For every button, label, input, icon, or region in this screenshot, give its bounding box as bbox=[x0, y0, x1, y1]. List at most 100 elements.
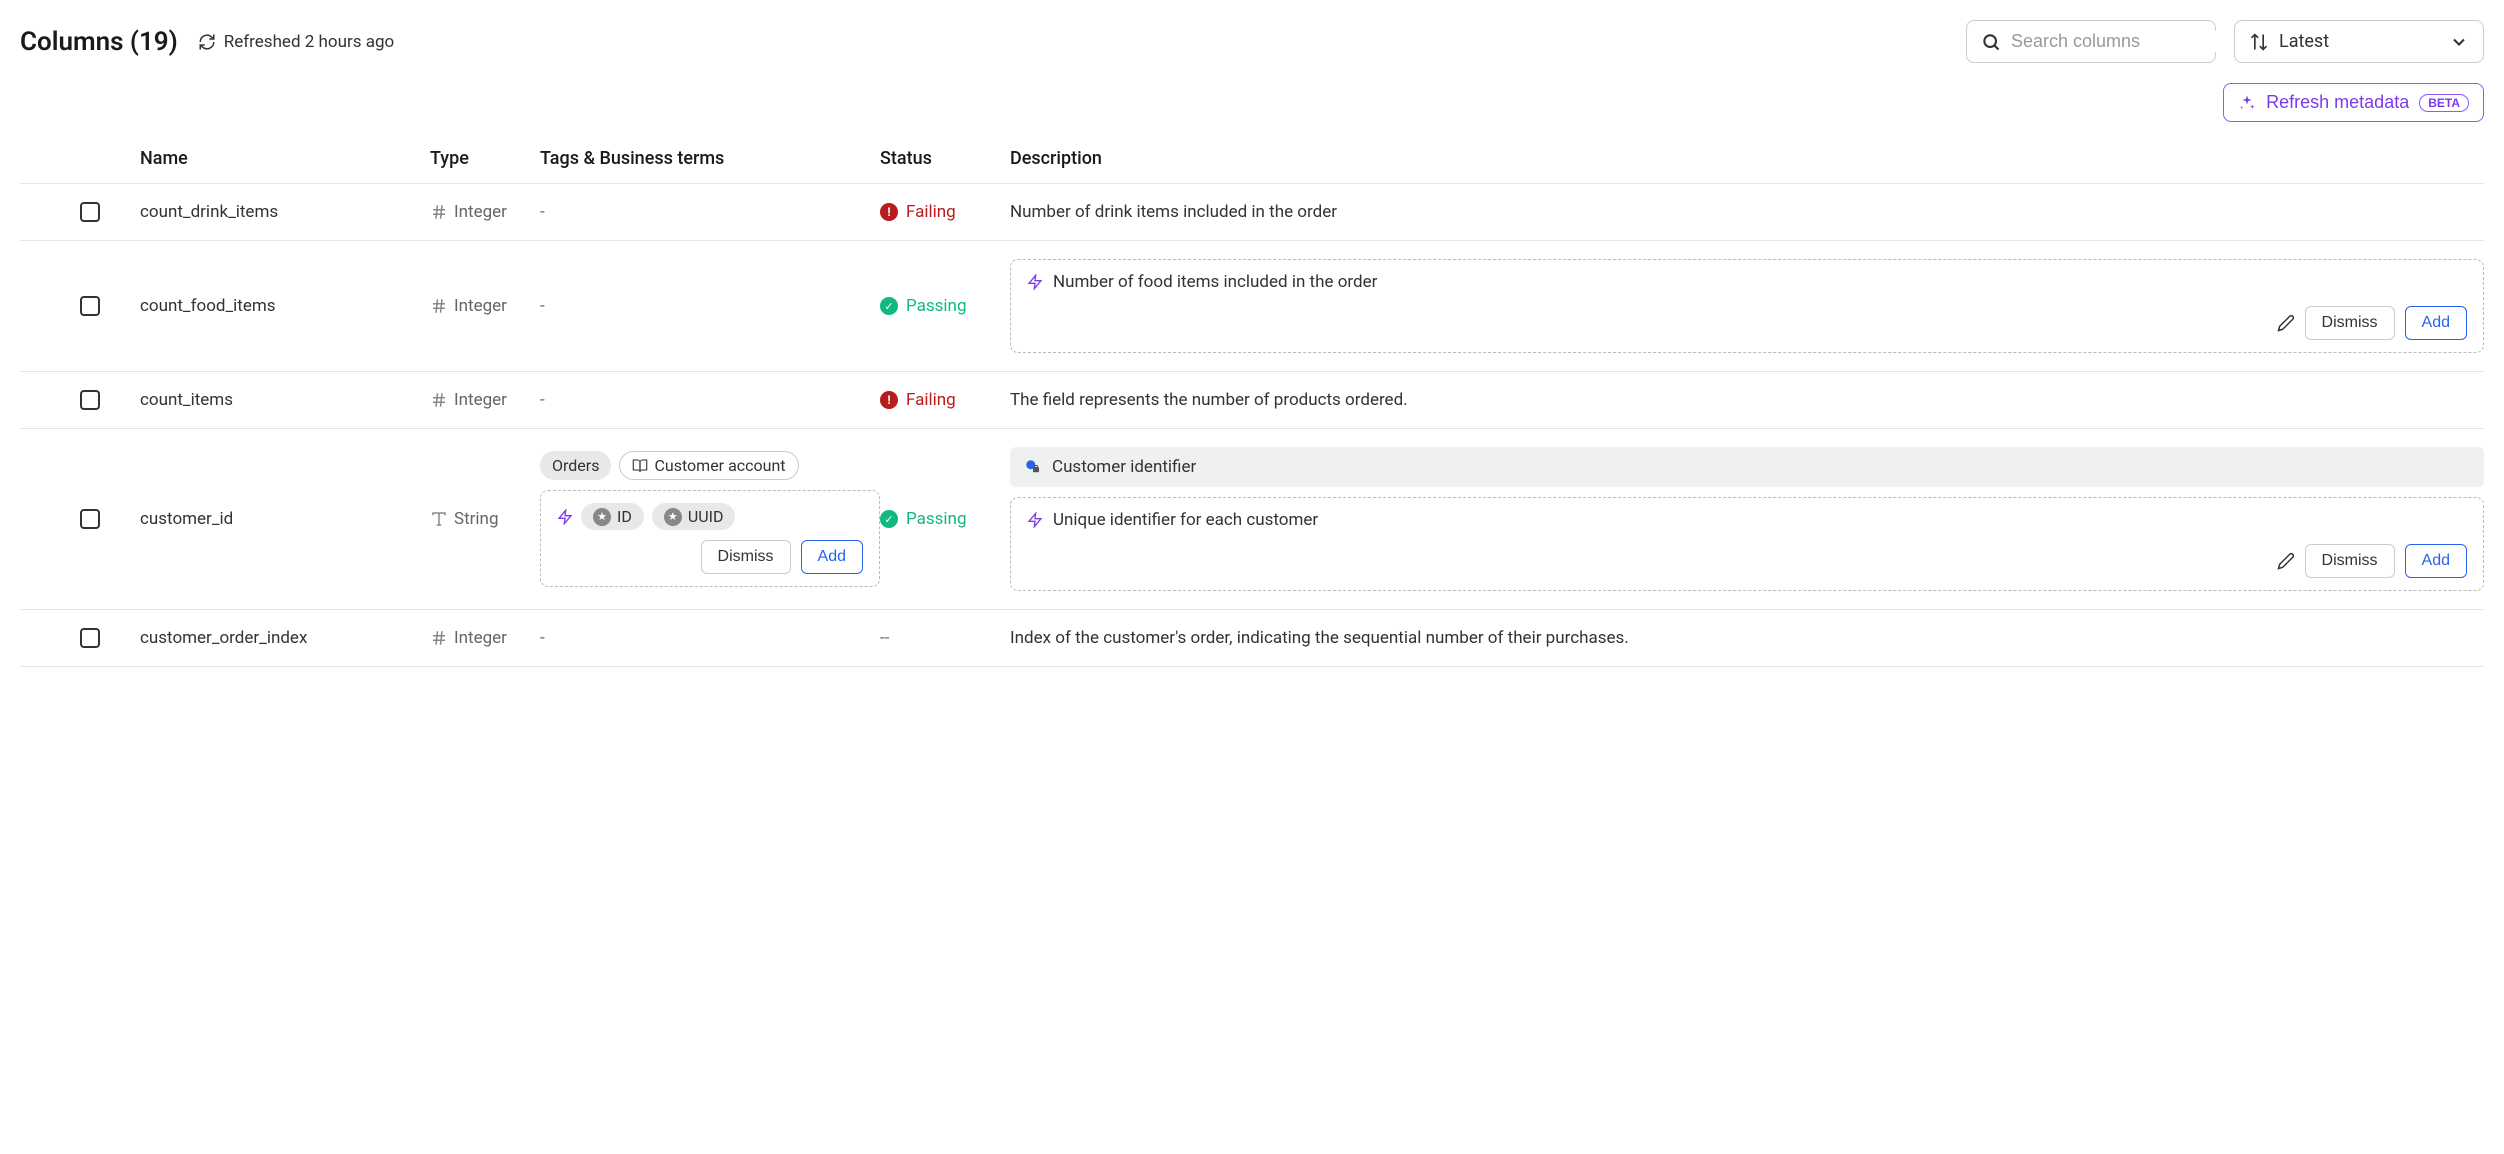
table-row: count_food_items Integer - ✓ Passing Num… bbox=[20, 241, 2484, 372]
sort-label: Latest bbox=[2279, 31, 2329, 52]
refresh-metadata-row: Refresh metadata BETA bbox=[20, 83, 2484, 122]
hash-icon bbox=[430, 391, 448, 409]
edit-icon[interactable] bbox=[2277, 314, 2295, 332]
th-description: Description bbox=[1010, 148, 2484, 169]
type-label: String bbox=[454, 509, 498, 529]
suggestion-box: Number of food items included in the ord… bbox=[1010, 259, 2484, 353]
beta-badge: BETA bbox=[2419, 94, 2469, 112]
status-label: Failing bbox=[906, 390, 956, 410]
cell-description: Number of food items included in the ord… bbox=[1010, 259, 2484, 353]
cell-tags: - bbox=[540, 202, 880, 222]
type-label: Integer bbox=[454, 202, 507, 222]
cell-name: count_items bbox=[140, 390, 430, 410]
refresh-metadata-button[interactable]: Refresh metadata BETA bbox=[2223, 83, 2484, 122]
table-header: Name Type Tags & Business terms Status D… bbox=[20, 134, 2484, 184]
th-status: Status bbox=[880, 148, 1010, 169]
table-row: count_items Integer - ! Failing The fiel… bbox=[20, 372, 2484, 429]
cell-description: Number of drink items included in the or… bbox=[1010, 202, 2484, 222]
status-badge: ! Failing bbox=[880, 202, 1010, 222]
refresh-metadata-label: Refresh metadata bbox=[2266, 92, 2409, 113]
page-title: Columns (19) bbox=[20, 27, 178, 57]
text-type-icon bbox=[430, 510, 448, 528]
type-label: Integer bbox=[454, 390, 507, 410]
passing-icon: ✓ bbox=[880, 297, 898, 315]
refresh-icon bbox=[198, 33, 216, 51]
suggestion-box: Unique identifier for each customer Dism… bbox=[1010, 497, 2484, 591]
star-icon: ★ bbox=[664, 508, 682, 526]
status-label: Failing bbox=[906, 202, 956, 222]
table-row: customer_id String Orders Customer accou… bbox=[20, 429, 2484, 610]
suggested-tag[interactable]: ★ UUID bbox=[652, 503, 736, 530]
th-tags: Tags & Business terms bbox=[540, 148, 880, 169]
refresh-text: Refreshed 2 hours ago bbox=[224, 32, 394, 52]
sort-select[interactable]: Latest bbox=[2234, 20, 2484, 63]
status-badge: ✓ Passing bbox=[880, 509, 1010, 529]
refresh-info: Refreshed 2 hours ago bbox=[198, 32, 394, 52]
info-strip-text: Customer identifier bbox=[1052, 457, 1196, 477]
star-icon: ★ bbox=[593, 508, 611, 526]
cell-name: count_food_items bbox=[140, 296, 430, 316]
dismiss-button[interactable]: Dismiss bbox=[701, 540, 791, 574]
search-input[interactable] bbox=[2011, 31, 2243, 52]
cell-name: count_drink_items bbox=[140, 202, 430, 222]
type-label: Integer bbox=[454, 296, 507, 316]
bolt-icon bbox=[1027, 274, 1043, 290]
cell-type: Integer bbox=[430, 296, 540, 316]
row-checkbox[interactable] bbox=[80, 390, 100, 410]
row-checkbox[interactable] bbox=[80, 509, 100, 529]
status-label: -- bbox=[880, 628, 889, 648]
hash-icon bbox=[430, 297, 448, 315]
cell-name: customer_order_index bbox=[140, 628, 430, 648]
info-strip: Customer identifier bbox=[1010, 447, 2484, 487]
status-badge: ✓ Passing bbox=[880, 296, 1010, 316]
row-checkbox[interactable] bbox=[80, 202, 100, 222]
tags-suggestion-box: ★ ID ★ UUID Dismiss Add bbox=[540, 490, 880, 587]
th-type: Type bbox=[430, 148, 540, 169]
row-checkbox[interactable] bbox=[80, 296, 100, 316]
tag-label: Orders bbox=[552, 456, 599, 475]
add-button[interactable]: Add bbox=[2405, 544, 2467, 578]
tag-pill[interactable]: Customer account bbox=[619, 451, 798, 480]
cell-tags: Orders Customer account ★ ID bbox=[540, 451, 880, 587]
search-input-wrapper[interactable] bbox=[1966, 20, 2216, 63]
tag-pill[interactable]: Orders bbox=[540, 451, 611, 480]
cell-type: Integer bbox=[430, 202, 540, 222]
cell-tags: - bbox=[540, 296, 880, 316]
page-header: Columns (19) Refreshed 2 hours ago Lates… bbox=[20, 20, 2484, 63]
header-left: Columns (19) Refreshed 2 hours ago bbox=[20, 27, 394, 57]
table-row: count_drink_items Integer - ! Failing Nu… bbox=[20, 184, 2484, 241]
suggestion-text: Unique identifier for each customer bbox=[1053, 510, 1318, 530]
failing-icon: ! bbox=[880, 391, 898, 409]
status-badge: ! Failing bbox=[880, 390, 1010, 410]
passing-icon: ✓ bbox=[880, 510, 898, 528]
book-icon bbox=[632, 458, 648, 474]
status-badge: -- bbox=[880, 628, 1010, 648]
th-name: Name bbox=[140, 148, 430, 169]
tag-label: ID bbox=[617, 507, 632, 526]
header-right: Latest bbox=[1966, 20, 2484, 63]
columns-table: Name Type Tags & Business terms Status D… bbox=[20, 134, 2484, 667]
suggestion-text: Number of food items included in the ord… bbox=[1053, 272, 1377, 292]
add-button[interactable]: Add bbox=[801, 540, 863, 574]
dismiss-button[interactable]: Dismiss bbox=[2305, 306, 2395, 340]
status-label: Passing bbox=[906, 296, 967, 316]
cell-description: The field represents the number of produ… bbox=[1010, 390, 2484, 410]
add-button[interactable]: Add bbox=[2405, 306, 2467, 340]
suggested-tag[interactable]: ★ ID bbox=[581, 503, 644, 530]
cell-type: Integer bbox=[430, 390, 540, 410]
table-row: customer_order_index Integer - -- Index … bbox=[20, 610, 2484, 667]
hash-icon bbox=[430, 203, 448, 221]
search-icon bbox=[1981, 32, 2001, 52]
cell-description: Index of the customer's order, indicatin… bbox=[1010, 628, 2484, 648]
sort-icon bbox=[2249, 32, 2269, 52]
tag-label: UUID bbox=[688, 507, 724, 526]
hash-icon bbox=[430, 629, 448, 647]
sparkle-icon bbox=[2238, 94, 2256, 112]
cell-tags: - bbox=[540, 390, 880, 410]
row-checkbox[interactable] bbox=[80, 628, 100, 648]
bolt-icon bbox=[557, 509, 573, 525]
edit-icon[interactable] bbox=[2277, 552, 2295, 570]
cell-description: Customer identifier Unique identifier fo… bbox=[1010, 447, 2484, 591]
dismiss-button[interactable]: Dismiss bbox=[2305, 544, 2395, 578]
cell-type: String bbox=[430, 509, 540, 529]
